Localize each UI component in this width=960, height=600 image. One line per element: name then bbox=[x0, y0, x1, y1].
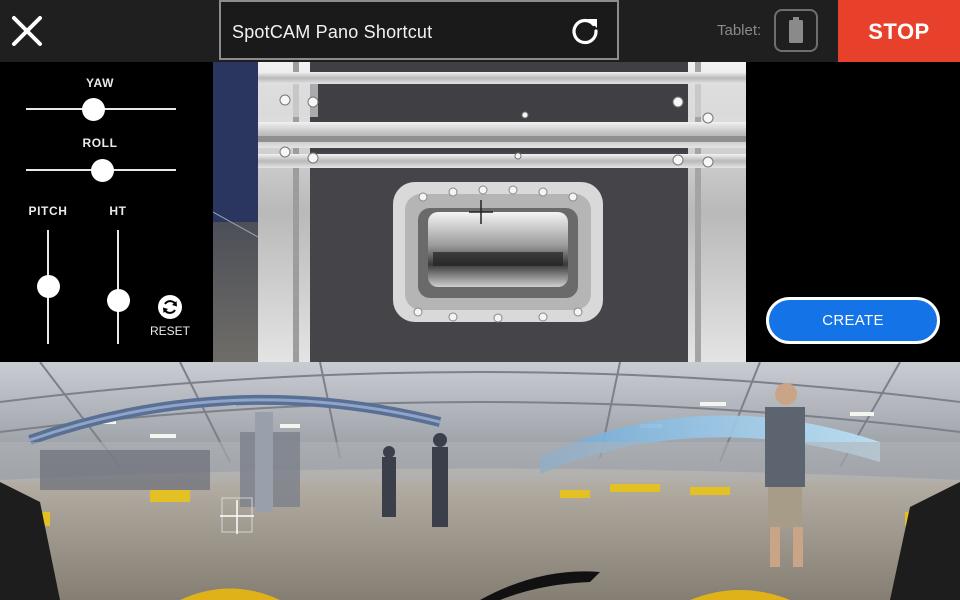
roll-label: ROLL bbox=[82, 136, 118, 150]
refresh-icon bbox=[572, 18, 598, 45]
create-button[interactable]: CREATE bbox=[766, 297, 940, 344]
refresh-button[interactable] bbox=[569, 15, 601, 47]
pitch-slider-knob[interactable] bbox=[37, 275, 60, 298]
ptz-camera-feed[interactable] bbox=[213, 62, 746, 362]
yaw-slider-knob[interactable] bbox=[82, 98, 105, 121]
height-slider-track[interactable] bbox=[117, 230, 119, 344]
close-icon bbox=[12, 16, 42, 46]
shortcut-title-box: SpotCAM Pano Shortcut bbox=[219, 0, 619, 60]
close-button[interactable] bbox=[4, 8, 50, 54]
tablet-label: Tablet: bbox=[717, 22, 762, 39]
create-label: CREATE bbox=[822, 312, 884, 329]
battery-icon bbox=[789, 17, 803, 43]
panorama-view[interactable] bbox=[0, 362, 960, 600]
height-label: HT bbox=[109, 204, 127, 218]
panorama-image bbox=[0, 362, 960, 600]
reset-label: RESET bbox=[149, 324, 190, 338]
right-action-panel: CREATE bbox=[746, 62, 960, 362]
ptz-control-panel: YAW ROLL PITCH HT RESET bbox=[0, 62, 213, 362]
reset-icon bbox=[158, 295, 182, 319]
top-bar: SpotCAM Pano Shortcut Tablet: STOP bbox=[0, 0, 960, 62]
height-slider-knob[interactable] bbox=[107, 289, 130, 312]
stop-label: STOP bbox=[868, 19, 930, 44]
reset-button[interactable]: RESET bbox=[148, 293, 192, 339]
pitch-label: PITCH bbox=[28, 204, 68, 218]
tablet-battery-indicator bbox=[774, 9, 818, 52]
shortcut-title: SpotCAM Pano Shortcut bbox=[232, 22, 433, 42]
roll-slider-knob[interactable] bbox=[91, 159, 114, 182]
camera-feed-image bbox=[213, 62, 746, 362]
yaw-label: YAW bbox=[85, 76, 115, 90]
stop-button[interactable]: STOP bbox=[838, 0, 960, 62]
